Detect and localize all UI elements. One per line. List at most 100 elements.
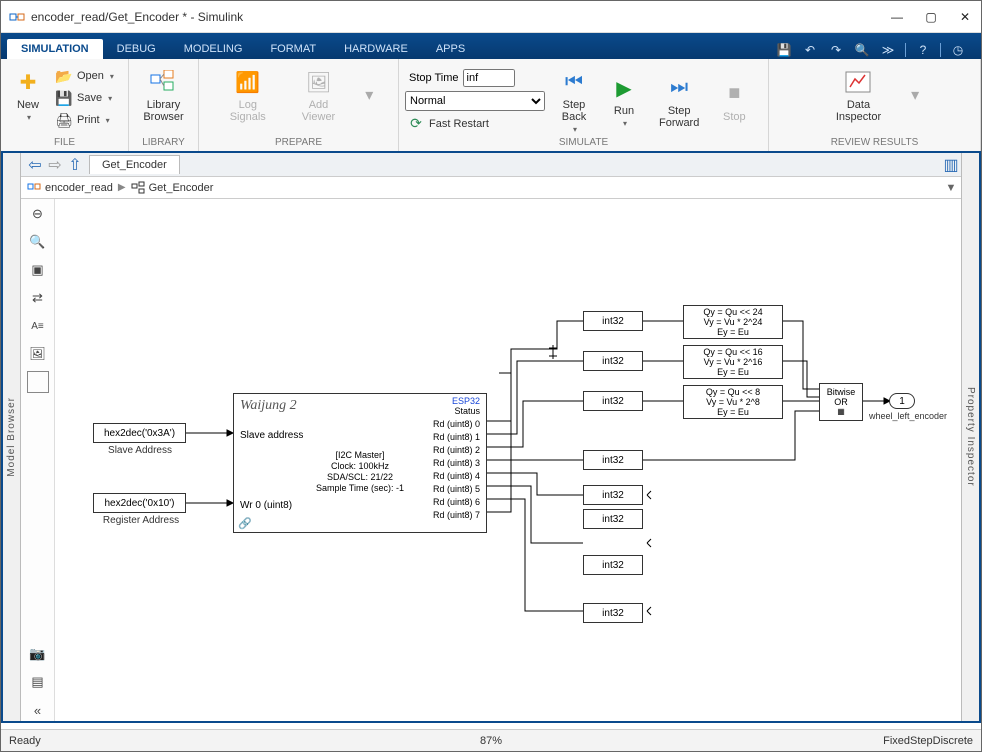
tab-simulation[interactable]: SIMULATION — [7, 39, 103, 59]
open-button[interactable]: 📂Open▾ — [53, 65, 116, 87]
step-forward-icon: ⏭ — [664, 73, 694, 103]
shift-24[interactable]: Qy = Qu << 24Vy = Vu * 2^24Ey = Eu — [683, 305, 783, 339]
log-signals-icon: 📶 — [233, 67, 263, 97]
image-icon[interactable]: 🖼 — [27, 343, 49, 365]
data-inspector-button[interactable]: Data Inspector — [830, 65, 887, 125]
nav-back-icon[interactable]: ⇦ — [25, 155, 45, 175]
fast-restart-button[interactable]: ⟳Fast Restart — [405, 113, 545, 135]
crumb-sub[interactable]: Get_Encoder — [149, 182, 214, 194]
area-icon[interactable] — [27, 371, 49, 393]
label-slave-address: Slave Address — [103, 445, 177, 456]
group-label-file: FILE — [7, 136, 122, 149]
save-button[interactable]: 💾Save▾ — [53, 87, 116, 109]
stop-icon: ■ — [719, 79, 749, 109]
group-label-prepare: PREPARE — [205, 136, 392, 149]
run-icon: ▶ — [609, 73, 639, 103]
run-button[interactable]: ▶ Run▾ — [603, 71, 645, 130]
cast-int32-1[interactable]: int32 — [583, 351, 643, 371]
print-button[interactable]: 🖨Print▾ — [53, 109, 116, 131]
cast-int32-3[interactable]: int32 — [583, 450, 643, 470]
maximize-button[interactable]: ▢ — [923, 9, 939, 25]
annotation-icon[interactable]: A≡ — [27, 315, 49, 337]
property-inspector-panel[interactable]: Property Inspector — [961, 153, 979, 721]
link-icon: 🔗 — [238, 517, 252, 530]
tab-format[interactable]: FORMAT — [256, 39, 330, 59]
tab-debug[interactable]: DEBUG — [103, 39, 170, 59]
i2c-master-block[interactable]: Waijung 2 ESP32Status Slave address Wr 0… — [233, 393, 487, 533]
subsystem-icon — [131, 181, 145, 195]
add-viewer-icon: 🖼 — [304, 67, 334, 97]
outport-1[interactable]: 1 — [889, 393, 915, 409]
tab-modeling[interactable]: MODELING — [170, 39, 257, 59]
stop-time-row: Stop Time — [405, 67, 545, 89]
qat-shortcuts-icon[interactable]: ≫ — [879, 41, 897, 59]
sample-time-legend-icon[interactable]: ⇄ — [27, 287, 49, 309]
titlebar: encoder_read/Get_Encoder * - Simulink — … — [1, 1, 981, 33]
close-button[interactable]: ✕ — [957, 9, 973, 25]
data-inspector-icon — [843, 67, 873, 97]
model-info-icon[interactable]: ▤ — [27, 671, 49, 693]
model-icon — [27, 181, 41, 195]
screenshot-icon[interactable]: 📷 — [27, 643, 49, 665]
constant-slave-address[interactable]: hex2dec('0x3A') — [93, 423, 186, 443]
window-title: encoder_read/Get_Encoder * - Simulink — [31, 10, 889, 24]
cast-int32-7[interactable]: int32 — [583, 603, 643, 623]
qat-help-icon[interactable]: ? — [914, 41, 932, 59]
nav-forward-icon[interactable]: ⇨ — [45, 155, 65, 175]
fast-restart-icon: ⟳ — [407, 115, 425, 133]
hide-explorer-icon[interactable]: ⊖ — [27, 203, 49, 225]
status-bar: Ready 87% FixedStepDiscrete — [1, 729, 981, 751]
qat-save-icon[interactable]: 💾 — [775, 41, 793, 59]
crumb-dropdown-icon[interactable]: ▼ — [941, 178, 961, 198]
new-button[interactable]: ✚ New ▾ — [7, 65, 49, 124]
model-browser-panel[interactable]: Model Browser — [3, 153, 21, 721]
shift-8[interactable]: Qy = Qu << 8Vy = Vu * 2^8Ey = Eu — [683, 385, 783, 419]
tab-apps[interactable]: APPS — [422, 39, 479, 59]
fit-to-view-icon[interactable]: ▣ — [27, 259, 49, 281]
stop-time-input[interactable] — [463, 69, 515, 87]
simulink-logo-icon — [9, 9, 25, 25]
print-icon: 🖨 — [55, 111, 73, 129]
open-icon: 📂 — [55, 67, 73, 85]
cast-int32-4[interactable]: int32 — [583, 485, 643, 505]
minimize-button[interactable]: — — [889, 9, 905, 25]
cast-int32-6[interactable]: int32 — [583, 555, 643, 575]
cast-int32-5[interactable]: int32 — [583, 509, 643, 529]
bitwise-or[interactable]: BitwiseOR▦ — [819, 383, 863, 421]
explorer-bar: ⊖ 🔍 ▣ ⇄ A≡ 🖼 📷 ▤ « — [21, 199, 55, 721]
editor-tab-get-encoder[interactable]: Get_Encoder — [89, 155, 180, 174]
zoom-in-icon[interactable]: 🔍 — [27, 231, 49, 253]
nav-up-icon[interactable]: ⇧ — [65, 155, 85, 175]
tab-hardware[interactable]: HARDWARE — [330, 39, 422, 59]
library-icon — [149, 67, 179, 97]
group-label-library: LIBRARY — [135, 136, 192, 149]
show-canvas-info-icon[interactable]: ▥ — [941, 155, 961, 175]
qat-gear-icon[interactable]: ◷ — [949, 41, 967, 59]
sim-mode-select[interactable]: Normal — [405, 91, 545, 111]
cast-int32-2[interactable]: int32 — [583, 391, 643, 411]
library-browser-button[interactable]: Library Browser — [137, 65, 189, 125]
breadcrumb: encoder_read ▶ Get_Encoder ▼ — [21, 177, 961, 199]
status-solver: FixedStepDiscrete — [883, 735, 973, 747]
log-signals-button[interactable]: 📶 Log Signals — [224, 65, 272, 125]
stop-button[interactable]: ■ Stop — [713, 77, 755, 125]
label-register-address: Register Address — [95, 515, 187, 526]
new-icon: ✚ — [13, 67, 43, 97]
quick-access-toolbar: 💾 ↶ ↷ 🔍 ≫ ? ◷ — [767, 41, 975, 59]
step-back-button[interactable]: ⏮ Step Back▾ — [553, 65, 595, 136]
shift-16[interactable]: Qy = Qu << 16Vy = Vu * 2^16Ey = Eu — [683, 345, 783, 379]
diagram-canvas[interactable]: hex2dec('0x3A') Slave Address hex2dec('0… — [55, 199, 961, 721]
crumb-root[interactable]: encoder_read — [45, 182, 113, 194]
outport-label: wheel_left_encoder — [865, 411, 951, 421]
qat-undo-icon[interactable]: ↶ — [801, 41, 819, 59]
step-forward-button[interactable]: ⏭ Step Forward — [653, 71, 705, 131]
cast-int32-0[interactable]: int32 — [583, 311, 643, 331]
add-viewer-button[interactable]: 🖼 Add Viewer — [296, 65, 341, 125]
ribbon-tabstrip: SIMULATION DEBUG MODELING FORMAT HARDWAR… — [1, 33, 981, 59]
collapse-explorer-icon[interactable]: « — [27, 699, 49, 721]
constant-register-address[interactable]: hex2dec('0x10') — [93, 493, 186, 513]
step-back-icon: ⏮ — [559, 67, 589, 97]
editor-tabbar: ⇦ ⇨ ⇧ Get_Encoder ▥ — [21, 153, 961, 177]
qat-redo-icon[interactable]: ↷ — [827, 41, 845, 59]
qat-search-icon[interactable]: 🔍 — [853, 41, 871, 59]
